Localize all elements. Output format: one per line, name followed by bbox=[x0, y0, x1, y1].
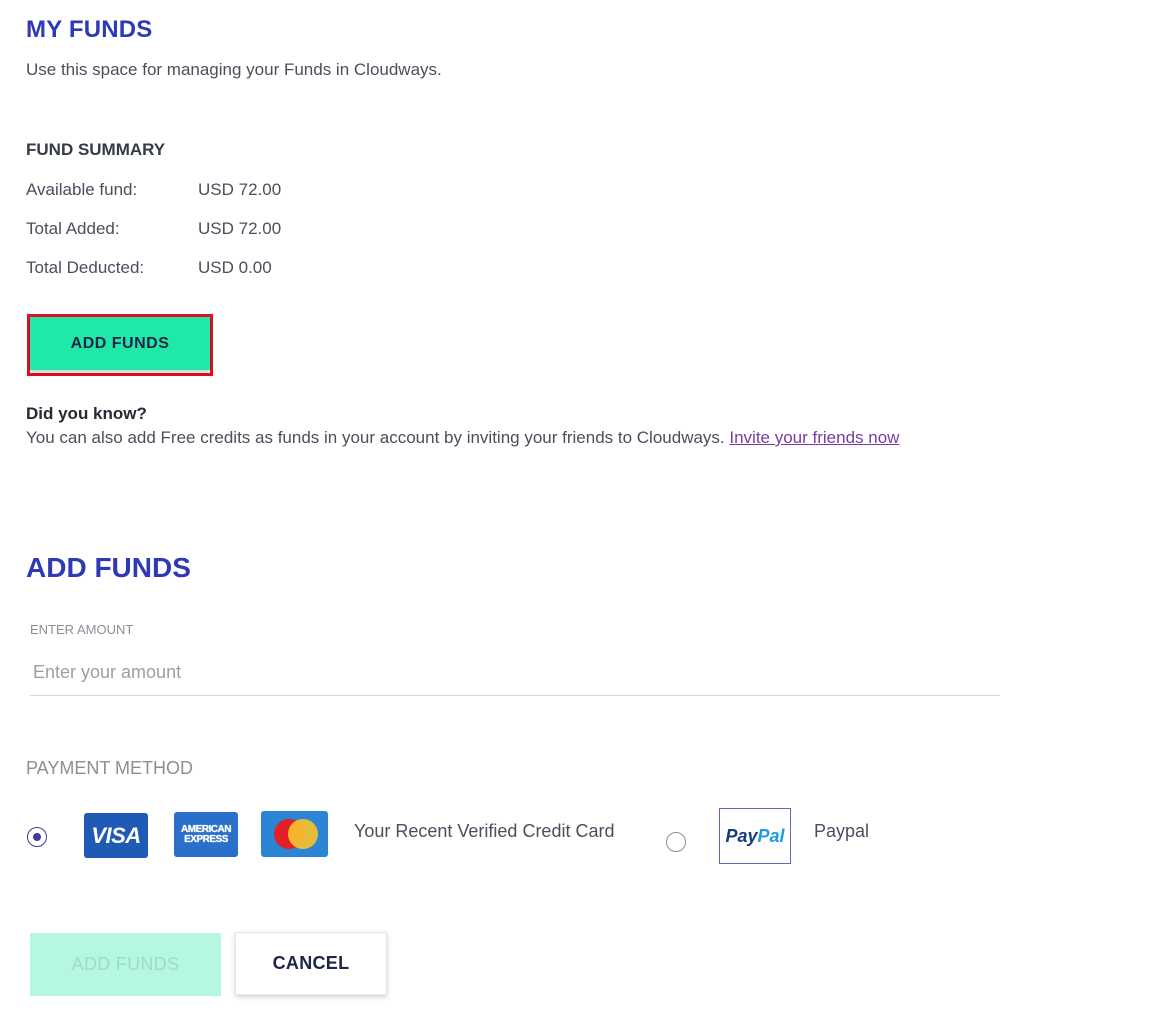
total-added-label: Total Added: bbox=[26, 219, 120, 238]
visa-card-icon: VISA bbox=[84, 813, 148, 858]
available-fund-row: Available fund: USD 72.00 bbox=[26, 180, 281, 200]
fund-summary-heading: FUND SUMMARY bbox=[26, 140, 166, 159]
my-funds-page: MY FUNDS Use this space for managing you… bbox=[0, 0, 1162, 1022]
amex-text-line2: EXPRESS bbox=[184, 833, 228, 845]
add-funds-button[interactable]: ADD FUNDS bbox=[30, 317, 210, 370]
total-deducted-row: Total Deducted: USD 0.00 bbox=[26, 258, 272, 278]
mastercard-yellow-circle bbox=[288, 819, 318, 849]
amex-card-icon: AMERICAN EXPRESS bbox=[174, 812, 238, 857]
total-deducted-value: USD 0.00 bbox=[198, 258, 272, 277]
page-title: MY FUNDS bbox=[26, 16, 153, 43]
available-fund-label: Available fund: bbox=[26, 180, 138, 199]
add-funds-title: ADD FUNDS bbox=[26, 552, 191, 583]
paypal-radio[interactable] bbox=[666, 832, 686, 852]
credit-card-radio[interactable] bbox=[27, 827, 47, 847]
amount-label: ENTER AMOUNT bbox=[30, 622, 134, 637]
paypal-option-label[interactable]: Paypal bbox=[814, 821, 869, 842]
cancel-button[interactable]: CANCEL bbox=[235, 932, 387, 995]
invite-info-text: You can also add Free credits as funds i… bbox=[26, 428, 899, 448]
page-subtitle: Use this space for managing your Funds i… bbox=[26, 60, 442, 79]
amex-text-line1: AMERICAN bbox=[181, 823, 231, 835]
paypal-logo-pay: Pay bbox=[725, 825, 758, 846]
mastercard-icon bbox=[261, 811, 328, 857]
submit-add-funds-button[interactable]: ADD FUNDS bbox=[30, 933, 221, 996]
total-deducted-label: Total Deducted: bbox=[26, 258, 145, 277]
credit-card-option-label[interactable]: Your Recent Verified Credit Card bbox=[354, 821, 614, 842]
invite-friends-link[interactable]: Invite your friends now bbox=[729, 428, 899, 447]
paypal-logo-pal: Pal bbox=[757, 825, 785, 846]
invite-info-body: You can also add Free credits as funds i… bbox=[26, 428, 730, 447]
radio-selected-dot bbox=[33, 833, 41, 841]
did-you-know-heading: Did you know? bbox=[26, 404, 147, 423]
total-added-value: USD 72.00 bbox=[198, 219, 282, 238]
available-fund-value: USD 72.00 bbox=[198, 180, 282, 199]
total-added-row: Total Added: USD 72.00 bbox=[26, 219, 281, 239]
paypal-icon: Pay Pal bbox=[719, 808, 791, 864]
payment-method-label: PAYMENT METHOD bbox=[26, 758, 194, 778]
amount-input[interactable] bbox=[30, 650, 1000, 696]
